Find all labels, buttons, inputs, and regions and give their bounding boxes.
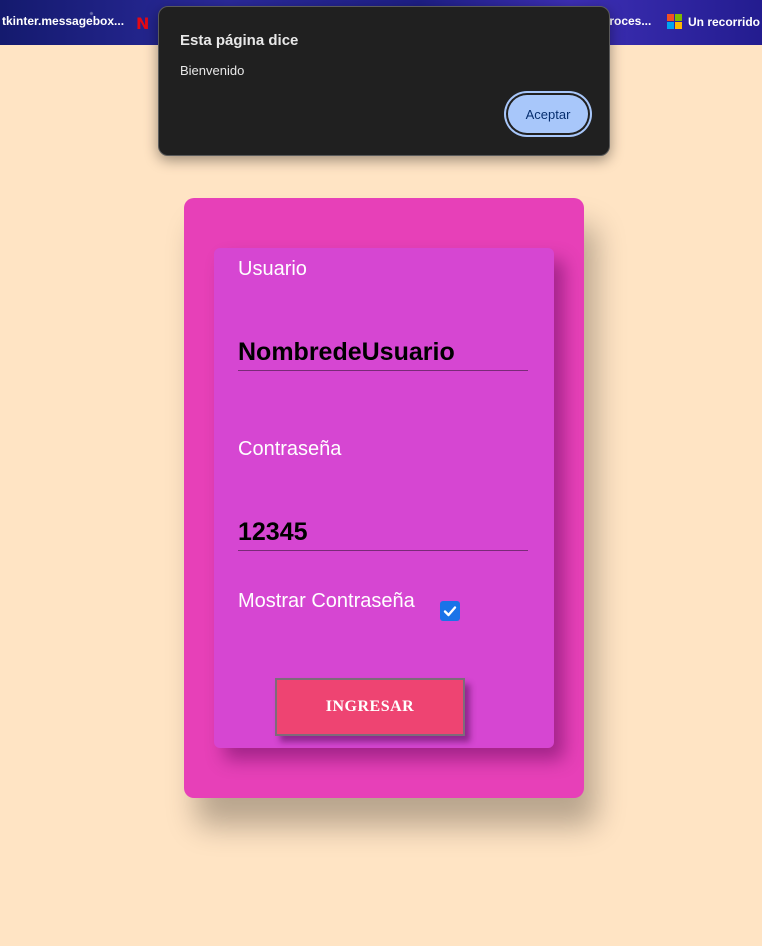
bookmark-netflix[interactable]: N (136, 14, 149, 33)
user-label: Usuario (238, 258, 307, 280)
bookmark-tkinter[interactable]: tkinter.messagebox... (2, 14, 124, 28)
dialog-message: Bienvenido (180, 63, 245, 78)
username-input[interactable] (238, 334, 528, 371)
login-button[interactable]: INGRESAR (275, 678, 465, 736)
password-input[interactable] (238, 514, 528, 551)
alert-dialog: Esta página dice Bienvenido Aceptar (158, 6, 610, 156)
password-label: Contraseña (238, 438, 342, 460)
login-form: Usuario Contraseña Mostrar Contraseña IN… (214, 248, 554, 748)
bookmark-label: Un recorrido (688, 14, 761, 29)
microsoft-icon (667, 14, 682, 29)
bookmark-un-recorrido[interactable]: Un recorrido (667, 14, 760, 29)
netflix-icon: N (136, 14, 150, 33)
login-container: Usuario Contraseña Mostrar Contraseña IN… (184, 198, 584, 798)
dialog-title: Esta página dice (180, 32, 299, 49)
show-password-checkbox[interactable] (440, 601, 460, 621)
show-password-label: Mostrar Contraseña (238, 590, 415, 612)
accept-button[interactable]: Aceptar (508, 95, 588, 133)
checkmark-icon (443, 606, 457, 617)
